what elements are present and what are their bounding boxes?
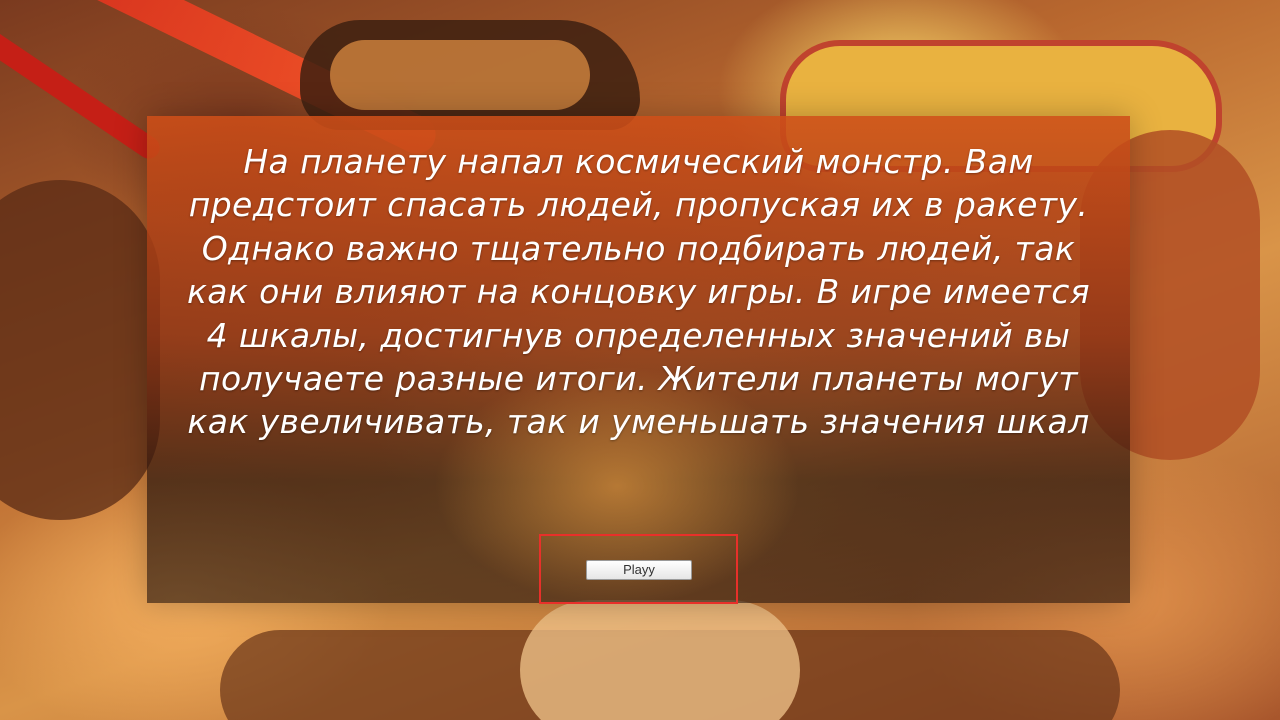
intro-text: На планету напал космический монстр. Вам… xyxy=(186,142,1091,442)
play-button[interactable]: Playy xyxy=(586,560,692,580)
background-art-shape xyxy=(520,600,800,720)
intro-panel: На планету напал космический монстр. Вам… xyxy=(147,116,1130,604)
game-screen: На планету напал космический монстр. Вам… xyxy=(0,0,1280,720)
background-red-streak-small xyxy=(0,0,164,163)
background-art-shape xyxy=(220,630,1120,720)
background-art-shape xyxy=(300,20,640,130)
background-art-shape xyxy=(0,180,160,520)
background-art-shape xyxy=(330,40,590,110)
